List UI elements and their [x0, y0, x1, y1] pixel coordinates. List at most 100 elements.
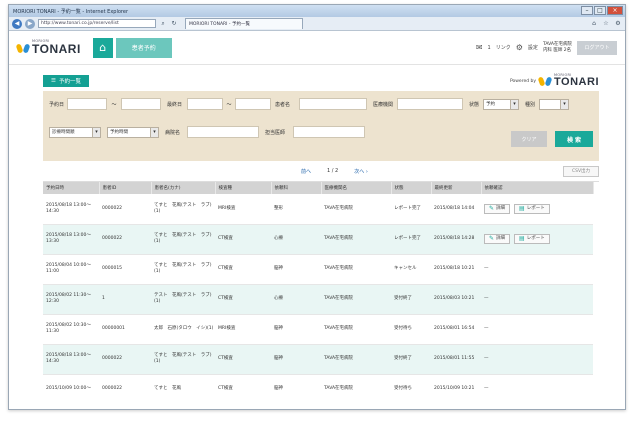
col-header[interactable]: 検査種	[215, 182, 272, 194]
dept-label: 担当医師	[265, 129, 286, 136]
document-icon: ▤	[519, 204, 525, 212]
col-header[interactable]: 患者名(カナ)	[151, 182, 216, 194]
home-browser-icon[interactable]: ⌂	[590, 20, 598, 28]
table-row[interactable]: 2015/08/02 11:30〜 12:30 1 テスト 花風(テスト ラブ)(1…	[43, 284, 593, 315]
search-button[interactable]: 検 索	[555, 131, 593, 147]
search-panel: 予約日 〜 最終日 〜 患者名 医療機関 状態 予約 ▾ 種別 ▾ 診療時間順 …	[43, 91, 599, 161]
report-button[interactable]: ▤ レポート	[514, 203, 550, 214]
cell-updated: 2015/08/01 11:55	[431, 344, 481, 375]
table-row[interactable]: 2015/08/04 10:00〜 11:00 0000015 てすと 花風(テスト…	[43, 254, 593, 285]
doctor-input[interactable]	[397, 98, 463, 110]
sort-select[interactable]: 診療時間順 ▾	[49, 126, 101, 138]
update-from-input[interactable]	[187, 98, 223, 110]
cell-exam: MRI検査	[215, 194, 271, 225]
csv-export-button[interactable]: CSV出力	[563, 165, 599, 177]
type-select[interactable]: ▾	[539, 98, 569, 110]
cell-date: 2015/08/18 13:00〜 14:30	[43, 194, 99, 225]
status-select-value: 予約	[486, 102, 495, 107]
gear-icon[interactable]: ⚙	[614, 20, 622, 28]
col-header[interactable]: 予約日時	[43, 182, 100, 194]
col-header[interactable]: 医療機関名	[321, 182, 392, 194]
chevron-down-icon: ▾	[510, 99, 518, 109]
col-header[interactable]: 依頼確認	[481, 182, 594, 194]
logo: MORIORI TONARI	[15, 39, 81, 55]
no-action: —	[484, 296, 489, 301]
powered-logo-text: TONARI	[554, 76, 599, 89]
hospital-input[interactable]	[187, 126, 259, 138]
cell-updated: 2015/08/03 10:21	[431, 284, 481, 315]
table-row[interactable]: 2015/08/18 13:00〜 13:30 0000022 てすと 花風(テスト…	[43, 224, 593, 255]
tab-patient-reservation[interactable]: 患者予約	[115, 37, 172, 58]
cell-actions: —	[481, 344, 593, 375]
table-body: 2015/08/18 13:00〜 14:30 0000022 てすと 花風(テスト…	[43, 194, 593, 391]
powered-logo-icon	[537, 75, 553, 87]
no-action: —	[484, 266, 489, 271]
cell-hosp: TAVA在宅病院	[321, 194, 391, 225]
close-icon[interactable]: ×	[607, 6, 623, 15]
address-bar[interactable]: http://www.tonari.co.jp/reserve/list	[38, 19, 156, 28]
date-from-input[interactable]	[67, 98, 107, 110]
main-content: ☰ 予約一覧 Powered by MORIORI TONARI 予約日 〜 最…	[9, 65, 625, 391]
table-row[interactable]: 2015/10/09 10:00〜 0000022 てすと 花風 CT検査 脳神 TAVA…	[43, 374, 593, 391]
cell-date: 2015/08/18 13:00〜 14:30	[43, 344, 99, 375]
status-label: 状態	[469, 101, 480, 108]
dept-input[interactable]	[293, 126, 365, 138]
cell-id: 0000022	[99, 224, 151, 255]
date-label: 予約日	[49, 101, 65, 108]
browser-tab[interactable]: MORIORI TONARI - 予約一覧	[185, 18, 303, 29]
mail-icon[interactable]: ✉	[476, 43, 483, 52]
cell-name: 太郎 石原(タロウ イシ)(1)	[151, 314, 215, 345]
clear-button[interactable]: クリア	[511, 131, 547, 147]
no-action: —	[484, 326, 489, 331]
help-link[interactable]: リンク	[496, 44, 511, 51]
cell-id: 00000001	[99, 314, 151, 345]
cell-dept: 脳神	[271, 344, 321, 375]
search-icon[interactable]: ⌕	[159, 20, 167, 28]
status-select[interactable]: 予約 ▾	[483, 98, 519, 110]
notify-count: 1	[487, 44, 491, 51]
cell-actions: —	[481, 314, 593, 345]
cell-dept: 整形	[271, 194, 321, 225]
maximize-icon[interactable]: □	[594, 6, 606, 15]
detail-button[interactable]: ✎ 詳細	[484, 234, 511, 244]
next-page-link[interactable]: 次へ ›	[354, 168, 368, 175]
cell-updated: 2015/08/01 16:54	[431, 314, 481, 345]
col-header[interactable]: 最終更新	[431, 182, 482, 194]
settings-link[interactable]: 設定	[528, 44, 538, 51]
col-header[interactable]: 依頼科	[271, 182, 322, 194]
table-row[interactable]: 2015/08/18 13:00〜 14:30 0000022 てすと 花風(テスト…	[43, 194, 593, 225]
cell-exam: MRI検査	[215, 314, 271, 345]
back-icon[interactable]: ◀	[12, 18, 22, 29]
action-label: 詳細	[496, 205, 506, 211]
cell-actions: —	[481, 284, 593, 315]
order-select[interactable]: 予約時間 ▾	[107, 126, 159, 138]
detail-button[interactable]: ✎ 詳細	[484, 203, 511, 214]
doctor-label: 医療機関	[373, 101, 394, 108]
home-button[interactable]: ⌂	[92, 37, 113, 58]
report-button[interactable]: ▤ レポート	[514, 234, 550, 244]
forward-icon[interactable]: ▶	[25, 18, 35, 29]
table-row[interactable]: 2015/08/02 10:30〜 11:30 00000001 太郎 石原(タロウ…	[43, 314, 593, 345]
cell-dept: 心療	[271, 224, 321, 255]
user-role: 内科 医師 2名	[542, 47, 572, 53]
cell-hosp: TAVA在宅病院	[321, 314, 391, 345]
update-to-input[interactable]	[235, 98, 271, 110]
cell-status: レポート完了	[391, 224, 431, 255]
prev-page-link[interactable]: 前へ	[301, 168, 311, 175]
hospital-label: 病院名	[165, 129, 181, 136]
document-icon: ▤	[519, 235, 525, 242]
settings-icon[interactable]: ⚙	[516, 43, 523, 52]
date-to-input[interactable]	[121, 98, 161, 110]
table-row[interactable]: 2015/08/18 13:00〜 14:30 0000022 てすと 花風(テスト…	[43, 344, 593, 375]
patient-name-input[interactable]	[299, 98, 367, 110]
refresh-icon[interactable]: ↻	[170, 20, 178, 28]
minimize-icon[interactable]: –	[581, 6, 593, 15]
col-header[interactable]: 患者ID	[99, 182, 152, 194]
cell-name: テスト 花風(テスト ラブ)(1)	[151, 284, 215, 315]
col-header[interactable]: 状態	[391, 182, 432, 194]
chevron-down-icon: ▾	[150, 127, 158, 137]
action-label: レポート	[526, 236, 545, 241]
logout-button[interactable]: ログアウト	[577, 40, 617, 55]
favorites-icon[interactable]: ☆	[602, 20, 610, 28]
cell-hosp: TAVA在宅病院	[321, 374, 391, 391]
